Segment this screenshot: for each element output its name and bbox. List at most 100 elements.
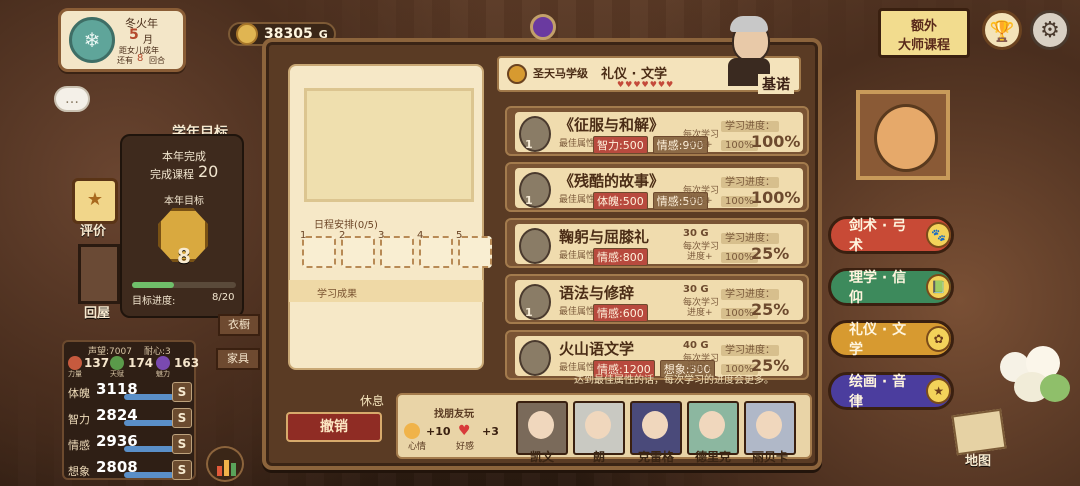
course-card-body: 1 语法与修辞 最佳属性: 情感:600 30 G 学习进度：100% 每次学习… xyxy=(515,280,803,322)
progress-label: 学习进度： xyxy=(721,345,779,356)
slot-number: 2 xyxy=(339,230,346,241)
bar-chart-icon-bar xyxy=(231,463,236,476)
extra-course-line1: 额外 xyxy=(910,19,937,34)
slot-number: 4 xyxy=(417,230,424,241)
stat-label: 智力 xyxy=(68,413,90,426)
course-card[interactable]: 1 语法与修辞 最佳属性: 情感:600 30 G 学习进度：100% 每次学习… xyxy=(505,274,809,324)
trophy-icon: 🏆 xyxy=(989,19,1015,43)
hint-text: 达到最佳属性的话，每次学习的进度会更多。 xyxy=(574,375,774,386)
friend-name: 丽贝卡 xyxy=(751,450,788,464)
flower-vase-decoration xyxy=(990,346,1076,446)
per-study-label-1: 每次学习 xyxy=(683,186,720,196)
goal-progress-fill xyxy=(132,282,174,288)
stat-bar xyxy=(124,472,174,478)
charm-label: 魅力 xyxy=(156,370,170,378)
favor-value: +3 xyxy=(482,425,499,438)
course-title: 《征服与和解》 xyxy=(559,116,665,134)
target-value: 8 xyxy=(177,244,191,268)
friend-name: 德里克 xyxy=(694,450,731,464)
attribute-tag: 体魄:500 xyxy=(593,192,648,210)
course-card-body: 1 《征服与和解》 最佳属性: 智力:500 情感:900 学习进度：100% … xyxy=(515,112,803,154)
friend-avatar xyxy=(585,411,611,439)
course-card[interactable]: 1 《残酷的故事》 最佳属性: 体魄:500 情感:500 学习进度：100% … xyxy=(505,162,809,212)
per-study-label-1: 每次学习 xyxy=(683,242,720,252)
power-label: 力量 xyxy=(68,370,82,378)
home-label: 回屋 xyxy=(83,306,110,321)
course-card-body: 鞠躬与屈膝礼 最佳属性: 情感:800 30 G 学习进度：100% 每次学习 … xyxy=(515,224,803,266)
extra-master-course-button[interactable]: 额外 大师课程 xyxy=(878,8,970,58)
snowflake-icon: ❄ xyxy=(69,17,115,63)
star-icon: ★ xyxy=(72,178,118,224)
power-value: 137 xyxy=(84,356,110,370)
stat-row-physique: 体魄 3118 S xyxy=(68,380,194,402)
smile-icon xyxy=(404,423,420,439)
grade-badge: S xyxy=(172,408,192,428)
month-number: 5 xyxy=(129,27,139,43)
attribute-tags: 情感:600 xyxy=(593,302,648,322)
per-study-label-2: 进度+ xyxy=(687,308,713,318)
frame-gem-icon xyxy=(530,14,556,40)
schedule-slot[interactable]: 5 xyxy=(456,230,492,268)
schedule-slot[interactable]: 4 xyxy=(417,230,453,268)
stat-label: 想象 xyxy=(68,465,90,478)
furniture-sign[interactable]: 家具 xyxy=(216,348,260,370)
schedule-slot[interactable]: 1 xyxy=(300,230,336,268)
per-study-value: 100% xyxy=(751,188,801,207)
friend-avatar xyxy=(756,411,782,439)
category-tab[interactable]: 理学 · 信仰 📗 xyxy=(828,268,954,306)
stat-row-intellect: 智力 2824 S xyxy=(68,406,194,428)
coin-icon xyxy=(236,23,258,45)
date-badge: ❄ 冬火年 5 月 距女儿成年 还有 8 回合 xyxy=(58,8,186,72)
progress-label: 学习进度： xyxy=(721,121,779,132)
courses-done-value: 20 xyxy=(198,162,219,181)
friend-card[interactable]: 丽贝卡 xyxy=(744,401,796,464)
category-tab[interactable]: 剑术 · 弓术 🐾 xyxy=(828,216,954,254)
affection-hearts-icon: ♥♥♥♥♥♥♥ xyxy=(617,80,675,89)
chat-icon[interactable]: … xyxy=(54,86,90,112)
per-study-label-2: 进度+ xyxy=(687,252,713,262)
settings-button[interactable]: ⚙ xyxy=(1030,10,1070,50)
course-title: 《残酷的故事》 xyxy=(559,172,665,190)
target-label: 本年目标 xyxy=(164,196,204,207)
stat-row-imagination: 想象 2808 S xyxy=(68,458,194,480)
friend-name: 凯文 xyxy=(529,450,554,464)
course-title: 语法与修辞 xyxy=(559,284,635,302)
course-card[interactable]: 鞠躬与屈膝礼 最佳属性: 情感:800 30 G 学习进度：100% 每次学习 … xyxy=(505,218,809,268)
cancel-button[interactable]: 撤销 xyxy=(286,412,382,442)
grade-badge: S xyxy=(172,382,192,402)
course-card[interactable]: 1 《征服与和解》 最佳属性: 智力:500 情感:900 学习进度：100% … xyxy=(505,106,809,156)
gear-icon: ⚙ xyxy=(1040,18,1060,43)
door-icon xyxy=(78,244,120,304)
category-tab[interactable]: 礼仪 · 文学 ✿ xyxy=(828,320,954,358)
slot-number: 5 xyxy=(456,230,463,241)
stats-chart-button[interactable] xyxy=(206,446,244,482)
category-icon: ✿ xyxy=(926,326,951,352)
friend-card[interactable]: 朗 xyxy=(573,401,625,464)
heart-icon: ♥ xyxy=(458,423,471,439)
category-tab[interactable]: 绘画 · 音律 ★ xyxy=(828,372,954,410)
per-study-label-2: 进度+ xyxy=(687,196,713,206)
trophy-button[interactable]: 🏆 xyxy=(982,10,1022,50)
per-study-label-1: 每次学习 xyxy=(683,130,720,140)
remaining-suffix: 回合 xyxy=(149,56,165,65)
progress-label: 学习进度： xyxy=(721,233,779,244)
course-emblem-icon xyxy=(519,172,551,208)
friend-card[interactable]: 德里克 xyxy=(687,401,739,464)
evaluate-button[interactable]: ★ 评价 xyxy=(68,178,118,239)
favor-label: 好感 xyxy=(456,442,475,452)
stat-row-emotion: 情感 2936 S xyxy=(68,432,194,454)
schedule-slot[interactable]: 2 xyxy=(339,230,375,268)
course-title: 火山语文学 xyxy=(559,340,635,358)
schedule-slot[interactable]: 3 xyxy=(378,230,414,268)
attribute-tags: 情感:800 xyxy=(593,246,648,266)
course-title: 鞠躬与屈膝礼 xyxy=(559,228,650,246)
friend-card[interactable]: 凯文 xyxy=(516,401,568,464)
grade-badge: S xyxy=(172,460,192,480)
category-icon: 🐾 xyxy=(926,222,951,248)
friend-card[interactable]: 克雷格 xyxy=(630,401,682,464)
wardrobe-sign[interactable]: 衣橱 xyxy=(218,314,260,336)
course-level: 1 xyxy=(525,194,533,207)
bar-chart-icon xyxy=(217,466,222,476)
home-button[interactable]: 回屋 xyxy=(72,244,122,324)
course-level: 1 xyxy=(525,306,533,319)
